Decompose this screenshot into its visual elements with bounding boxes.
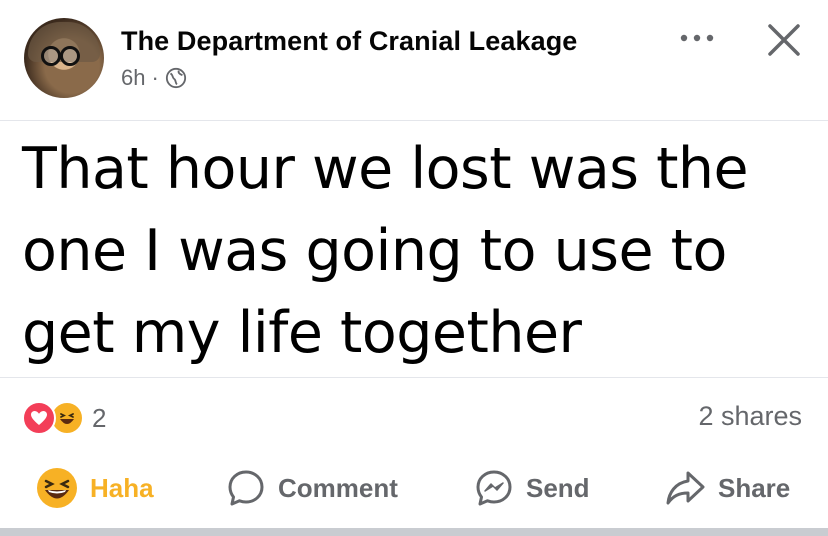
comment-icon bbox=[228, 470, 264, 506]
close-icon[interactable] bbox=[764, 20, 804, 60]
post-meta: 6h · bbox=[121, 65, 187, 91]
share-label: Share bbox=[718, 472, 791, 503]
send-label: Send bbox=[526, 472, 590, 503]
more-options-icon[interactable] bbox=[675, 22, 719, 54]
post-actions: Haha Comment Send Share bbox=[0, 456, 828, 520]
comment-button[interactable]: Comment bbox=[226, 456, 398, 520]
post-header: The Department of Cranial Leakage 6h · bbox=[0, 0, 828, 120]
post-text-line: That hour we lost was the bbox=[22, 136, 749, 202]
avatar[interactable] bbox=[24, 18, 104, 98]
meta-separator: · bbox=[151, 65, 159, 90]
content-divider bbox=[0, 377, 828, 378]
send-button[interactable]: Send bbox=[474, 456, 590, 520]
shares-count[interactable]: 2 shares bbox=[698, 401, 802, 432]
header-divider bbox=[0, 120, 828, 121]
reactions-summary[interactable]: 2 bbox=[22, 398, 106, 438]
globe-icon bbox=[165, 67, 186, 89]
messenger-icon bbox=[476, 470, 512, 506]
comment-label: Comment bbox=[278, 472, 398, 503]
reaction-count: 2 bbox=[92, 402, 107, 433]
share-button[interactable]: Share bbox=[664, 456, 790, 520]
post-text: That hour we lost was the one I was goin… bbox=[22, 128, 822, 374]
post-time[interactable]: 6h bbox=[121, 65, 145, 91]
post-text-line: one I was going to use to bbox=[22, 218, 727, 284]
love-reaction-icon bbox=[22, 401, 56, 435]
post-text-line: get my life together bbox=[22, 300, 582, 366]
share-icon bbox=[666, 471, 705, 505]
page-name[interactable]: The Department of Cranial Leakage bbox=[121, 26, 577, 57]
haha-reaction-icon bbox=[37, 468, 77, 508]
haha-label: Haha bbox=[90, 472, 154, 503]
bottom-separator bbox=[0, 528, 828, 536]
haha-button[interactable]: Haha bbox=[36, 456, 154, 520]
